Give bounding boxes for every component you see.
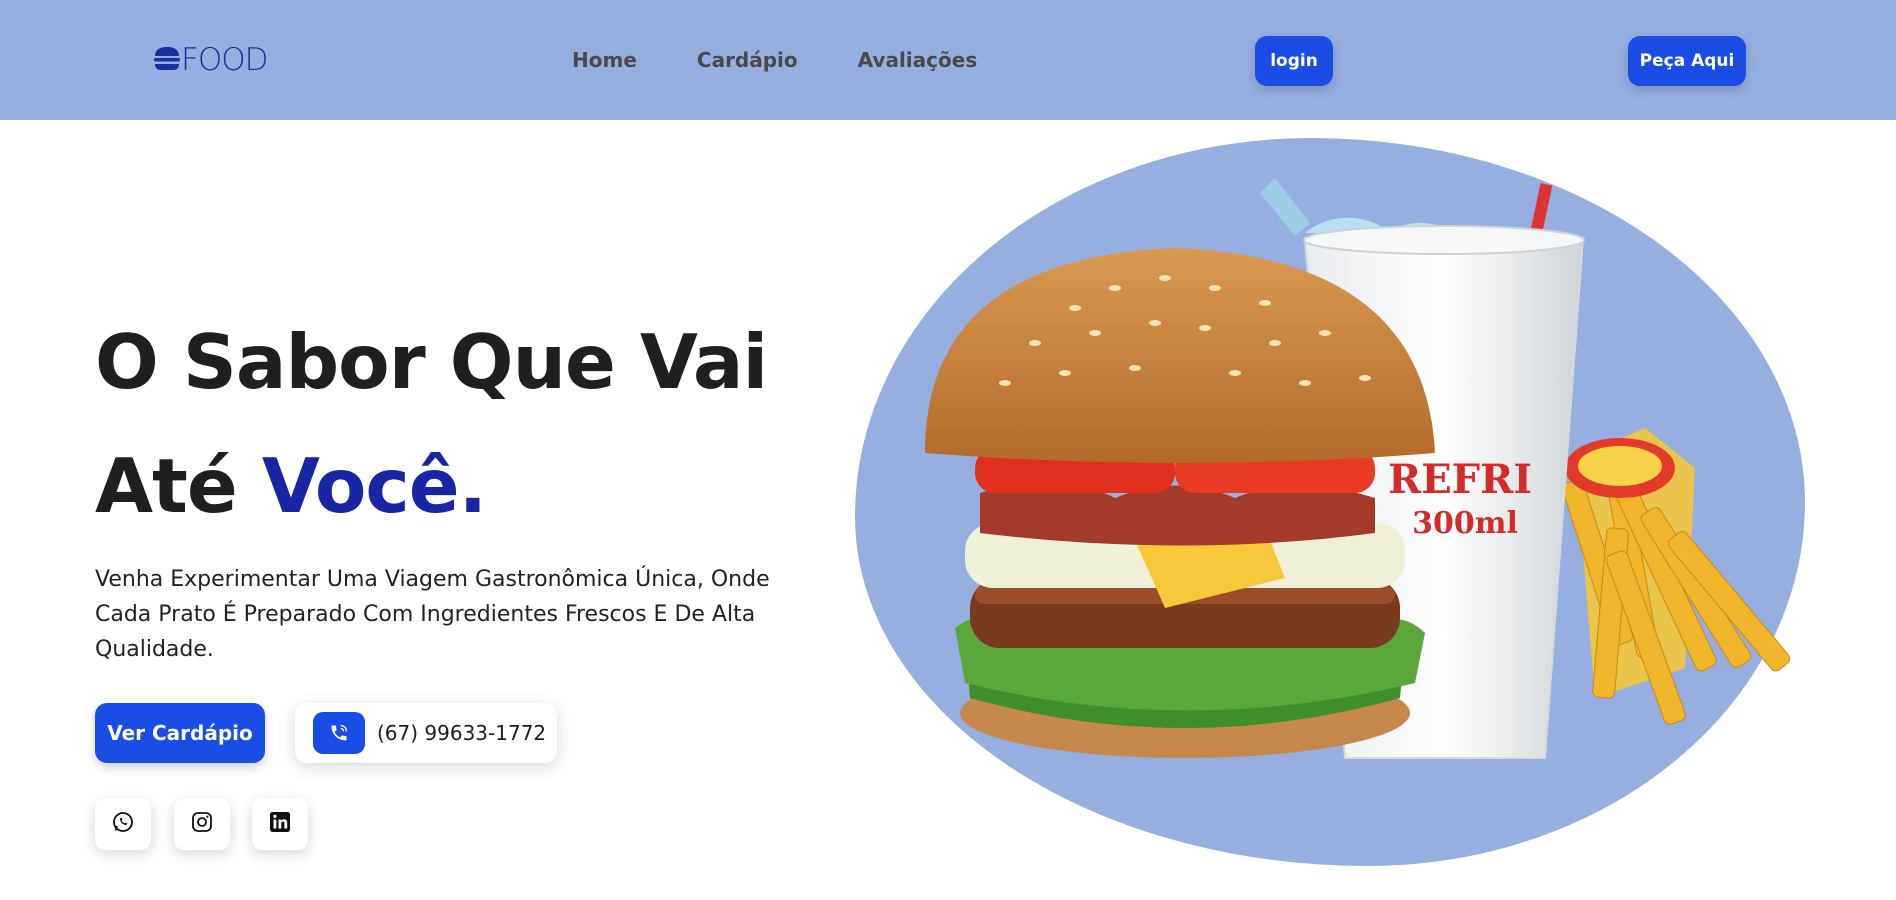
hero-title: O Sabor Que Vai Até Você. [95, 300, 815, 548]
burger [925, 248, 1435, 758]
main-nav: Home Cardápio Avaliações [572, 48, 977, 72]
hero-description: Venha Experimentar Uma Viagem Gastronômi… [95, 567, 770, 662]
order-button[interactable]: Peça Aqui [1628, 36, 1746, 86]
nav-home[interactable]: Home [572, 48, 637, 72]
hero-title-line2-prefix: Até [95, 442, 262, 530]
whatsapp-link[interactable] [95, 798, 151, 850]
nav-avaliacoes[interactable]: Avaliações [858, 48, 978, 72]
logo-text: FOOD [181, 42, 269, 78]
phone-contact[interactable]: (67) 99633-1772 [295, 703, 557, 763]
logo[interactable]: FOOD [153, 42, 269, 78]
site-header: FOOD Home Cardápio Avaliações login Peça… [0, 0, 1896, 120]
hero-title-line1: O Sabor Que Vai [95, 318, 768, 406]
phone-number: (67) 99633-1772 [377, 721, 547, 745]
linkedin-link[interactable] [252, 798, 308, 850]
nav-cardapio[interactable]: Cardápio [697, 48, 798, 72]
whatsapp-icon [111, 810, 135, 838]
cup-label-refri: REFRI [1388, 456, 1532, 503]
login-button[interactable]: login [1255, 36, 1333, 86]
instagram-icon [190, 810, 214, 838]
hero-title-accent: Você. [261, 442, 487, 530]
phone-icon [313, 712, 365, 754]
cup-label-size: 300ml [1412, 506, 1518, 541]
instagram-link[interactable] [174, 798, 230, 850]
linkedin-icon [268, 810, 292, 838]
view-menu-button[interactable]: Ver Cardápio [95, 703, 265, 763]
burger-logo-icon [153, 44, 181, 76]
fries [1561, 428, 1791, 725]
hero-food-image: REFRI 300ml [925, 178, 1791, 759]
